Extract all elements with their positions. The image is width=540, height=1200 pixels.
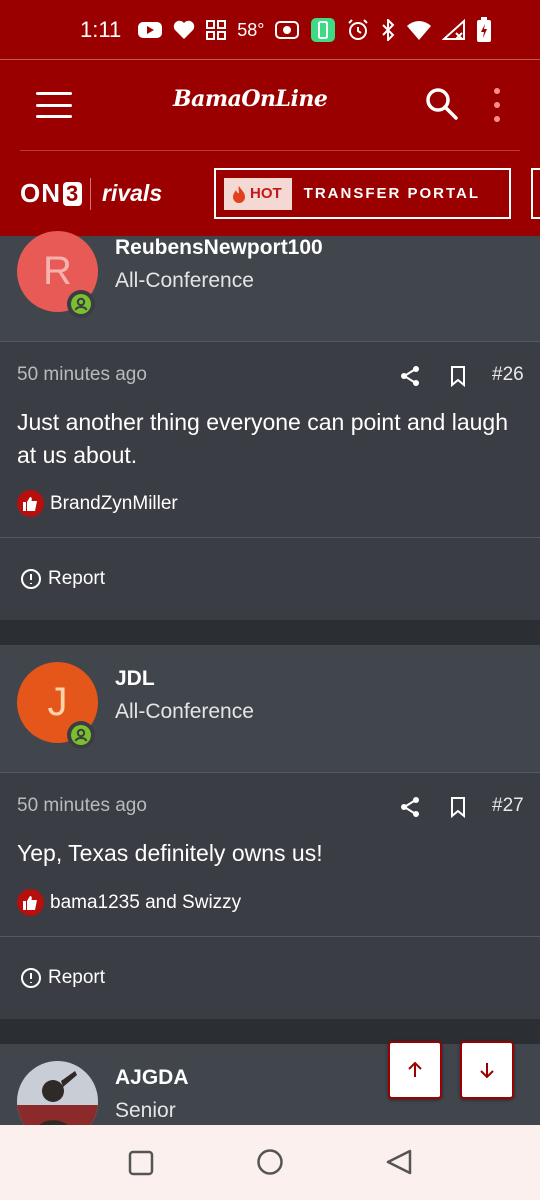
- likes-text: BrandZynMiller: [50, 492, 178, 514]
- scroll-up-button[interactable]: [388, 1041, 442, 1099]
- post-footer: Report: [0, 937, 540, 1019]
- brand-separator: [90, 178, 91, 210]
- post-author-header: AJGDA Senior: [0, 1044, 540, 1125]
- avatar[interactable]: [17, 1061, 98, 1125]
- grid-app-icon: [205, 18, 227, 42]
- site-logo[interactable]: BamaOnLine: [173, 86, 328, 112]
- post-gap: [0, 1019, 540, 1044]
- menu-icon[interactable]: [36, 92, 72, 118]
- user-rank: All-Conference: [115, 269, 254, 292]
- online-status-icon: [67, 290, 95, 318]
- post-content: 50 minutes ago #26 Just another thing ev…: [0, 342, 540, 537]
- hotspot-icon: [274, 18, 300, 42]
- username[interactable]: JDL: [115, 667, 155, 691]
- scroll-down-button[interactable]: [460, 1041, 514, 1099]
- post-gap: [0, 620, 540, 645]
- bluetooth-icon: [380, 18, 396, 42]
- on3-logo[interactable]: ON 3: [20, 178, 83, 209]
- header-divider: [20, 150, 520, 151]
- username[interactable]: AJGDA: [115, 1066, 189, 1090]
- share-icon[interactable]: [398, 364, 422, 388]
- user-rank: All-Conference: [115, 700, 254, 723]
- like-icon: [17, 490, 44, 517]
- on3-text: ON: [20, 178, 61, 208]
- post-time: 50 minutes ago: [17, 795, 147, 816]
- online-status-icon: [67, 721, 95, 749]
- alarm-icon: [346, 18, 370, 42]
- post-time: 50 minutes ago: [17, 364, 147, 385]
- youtube-icon: [137, 18, 163, 42]
- arrow-down-icon: [480, 1063, 494, 1079]
- report-label: Report: [48, 967, 106, 988]
- transfer-portal-button[interactable]: HOT TRANSFER PORTAL: [214, 168, 511, 219]
- search-icon[interactable]: [424, 86, 460, 122]
- like-icon: [17, 889, 44, 916]
- battery-icon: [476, 17, 492, 42]
- alert-circle-icon: [21, 569, 41, 589]
- share-icon[interactable]: [398, 795, 422, 819]
- report-button[interactable]: Report: [20, 568, 105, 590]
- status-bar: 1:11 58°: [0, 0, 540, 60]
- post-text: Yep, Texas definitely owns us!: [17, 840, 323, 866]
- battery-saver-icon: [310, 18, 336, 42]
- report-button[interactable]: Report: [20, 967, 105, 989]
- status-time: 1:11: [80, 17, 122, 42]
- bookmark-icon[interactable]: [446, 364, 470, 388]
- post-number[interactable]: #26: [492, 364, 524, 386]
- on3-digit: 3: [63, 181, 83, 206]
- user-rank: Senior: [115, 1099, 176, 1122]
- app-header: BamaOnLine ON 3 rivals HOT TRANSFER PORTA…: [0, 60, 540, 236]
- home-button[interactable]: [256, 1148, 284, 1181]
- arrow-up-icon: [408, 1061, 422, 1077]
- hot-badge: HOT: [224, 177, 292, 210]
- post-author-header: R ReubensNewport100 All-Conference: [0, 231, 540, 341]
- recents-button[interactable]: [128, 1150, 154, 1181]
- transfer-portal-label: TRANSFER PORTAL: [303, 185, 481, 202]
- post-footer: Report: [0, 538, 540, 620]
- post-text: Just another thing everyone can point an…: [17, 409, 509, 468]
- next-nav-button[interactable]: [531, 168, 540, 219]
- circle-icon: [257, 1149, 283, 1175]
- rivals-logo[interactable]: rivals: [102, 180, 162, 207]
- back-button[interactable]: [385, 1148, 413, 1181]
- hot-label: HOT: [250, 185, 282, 202]
- wifi-icon: [406, 18, 432, 42]
- status-temperature: 58°: [237, 19, 265, 40]
- post-number[interactable]: #27: [492, 795, 524, 817]
- report-label: Report: [48, 568, 106, 589]
- bookmark-icon[interactable]: [446, 795, 470, 819]
- post-author-header: J JDL All-Conference: [0, 645, 540, 772]
- username[interactable]: ReubensNewport100: [115, 236, 323, 260]
- system-nav-bar: [0, 1125, 540, 1200]
- flame-icon: [233, 185, 245, 203]
- heart-icon: [173, 18, 195, 42]
- alert-circle-icon: [21, 968, 41, 988]
- likes-text: bama1235 and Swizzy: [50, 891, 242, 913]
- post-likes[interactable]: BrandZynMiller: [17, 490, 178, 517]
- post-content: 50 minutes ago #27 Yep, Texas definitely…: [0, 773, 540, 936]
- more-vert-icon[interactable]: [490, 88, 504, 122]
- triangle-back-icon: [386, 1149, 412, 1175]
- signal-icon: [442, 18, 466, 42]
- post-likes[interactable]: bama1235 and Swizzy: [17, 889, 241, 916]
- square-icon: [128, 1150, 154, 1176]
